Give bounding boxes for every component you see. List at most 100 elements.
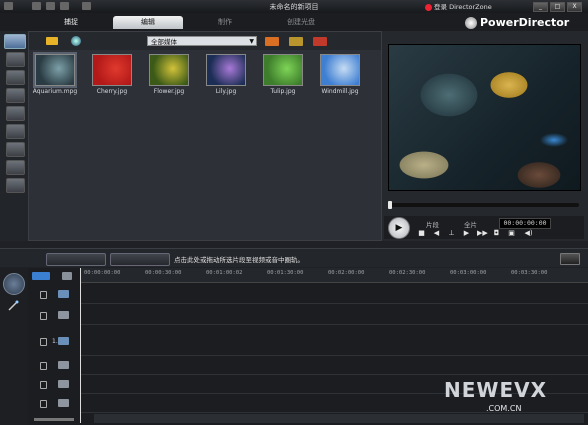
media-room-icon[interactable] <box>4 34 26 49</box>
lock-icon[interactable] <box>40 362 47 370</box>
audio-mixing-room-icon[interactable] <box>6 142 25 157</box>
mode-tabs: 捕捉 编辑 制作 创建光盘 PowerDirector <box>0 13 588 31</box>
login-icon <box>425 3 432 11</box>
tab-capture[interactable]: 捕捉 <box>36 16 106 29</box>
login-link[interactable]: 登录 DirectorZone <box>425 1 492 11</box>
watermark-logo: NEWEVX <box>444 378 548 402</box>
preview-screen <box>388 44 581 191</box>
video-track-1[interactable] <box>80 283 588 304</box>
title-bar: 未命名的新项目 登录 DirectorZone _ □ X <box>0 0 588 13</box>
watermark-domain: .COM.CN <box>486 404 522 413</box>
transition-room-icon[interactable] <box>6 124 25 139</box>
mode-clip[interactable]: 片段 <box>426 219 439 229</box>
volume-icon[interactable]: ◀) <box>524 229 533 237</box>
video-track-1-header <box>28 283 80 303</box>
timecode-display[interactable]: 00:00:00:00 <box>499 218 551 229</box>
storyboard-icon[interactable] <box>265 37 279 46</box>
minimize-button[interactable]: _ <box>533 2 548 12</box>
media-thumbnail-label: Lily.jpg <box>215 88 237 95</box>
timeline-settings-icon[interactable] <box>560 253 580 265</box>
media-thumbnail-label: Aquarium.mpg <box>32 88 78 95</box>
fullscreen-icon[interactable]: ▣ <box>507 229 516 237</box>
window-title: 未命名的新项目 <box>269 3 319 11</box>
timeline-side-tools <box>0 268 28 425</box>
effect-track-header <box>28 304 80 324</box>
chevron-down-icon: ▼ <box>249 38 254 45</box>
media-thumbnail[interactable] <box>149 54 189 86</box>
timeline-toolbar: 点击此处或拖动所选片段至视频或音中圈轨。 <box>0 248 588 267</box>
tab-create-disc[interactable]: 创建光盘 <box>266 16 336 29</box>
title-track[interactable] <box>80 356 588 375</box>
import-folder-icon[interactable] <box>46 37 58 45</box>
media-thumbnail[interactable] <box>263 54 303 86</box>
particle-room-icon[interactable] <box>6 88 25 103</box>
login-label: 登录 DirectorZone <box>434 3 492 11</box>
play-button[interactable]: ▶ <box>388 217 410 239</box>
media-thumbnail-label: Flower.jpg <box>153 88 185 95</box>
tab-produce[interactable]: 制作 <box>190 16 260 29</box>
media-thumbnail-label: Tulip.jpg <box>270 88 296 95</box>
preview-seek-bar[interactable] <box>388 201 579 209</box>
mode-movie[interactable]: 全片 <box>464 219 477 229</box>
lock-icon[interactable] <box>40 291 47 299</box>
track-manager-icon[interactable] <box>62 272 72 280</box>
download-globe-icon[interactable] <box>71 36 81 46</box>
lock-icon[interactable] <box>40 400 47 408</box>
playhead[interactable] <box>80 268 81 423</box>
media-thumbnail-label: Windmill.jpg <box>321 88 359 95</box>
chapter-room-icon[interactable] <box>6 178 25 193</box>
pip-room-icon[interactable] <box>6 70 25 85</box>
track-number: 1. <box>52 338 58 345</box>
magic-tools-icon[interactable] <box>3 273 25 295</box>
seek-knob[interactable] <box>388 201 392 209</box>
effect-track[interactable] <box>80 304 588 325</box>
tab-edit[interactable]: 编辑 <box>113 16 183 29</box>
video-track-mode-icon[interactable] <box>32 272 50 280</box>
library-filter-select[interactable]: 全部媒体 ▼ <box>147 36 257 46</box>
ruler-tick-label: 00:03:30:00 <box>511 270 548 276</box>
media-thumbnail-label: Cherry.jpg <box>96 88 128 95</box>
lock-icon[interactable] <box>40 338 47 346</box>
maximize-button[interactable]: □ <box>550 2 565 12</box>
timeline-zoom-slider[interactable] <box>34 418 74 421</box>
storyboard-view-button[interactable] <box>110 253 170 266</box>
brand-name: PowerDirector <box>480 16 570 29</box>
pip-track-icon <box>58 337 69 345</box>
playback-controls: ▶ 片段 全片 00:00:00:00 ■ ◀ ⊥ ▶ ▶▶ ◘ ▣ ◀) <box>384 216 584 239</box>
ruler-tick-label: 00:02:30:00 <box>389 270 426 276</box>
title-room-icon[interactable] <box>6 106 25 121</box>
brand-logo: PowerDirector <box>465 16 569 29</box>
media-thumbnail[interactable] <box>92 54 132 86</box>
media-thumbnail[interactable] <box>320 54 360 86</box>
magic-wand-icon[interactable] <box>7 300 19 312</box>
effect-room-icon[interactable] <box>6 52 25 67</box>
media-thumbnail[interactable] <box>206 54 246 86</box>
fast-forward-icon[interactable]: ▶▶ <box>477 229 488 237</box>
lock-icon[interactable] <box>40 312 47 320</box>
timeline-horizontal-scrollbar[interactable] <box>94 414 584 423</box>
title-track-header <box>28 356 80 374</box>
powerdirector-logo-icon <box>465 17 477 29</box>
mark-icon[interactable]: ⊥ <box>447 229 456 237</box>
timeline-view-button[interactable] <box>46 253 106 266</box>
lock-icon[interactable] <box>40 381 47 389</box>
music-track-header <box>28 394 80 412</box>
voiceover-room-icon[interactable] <box>6 160 25 175</box>
ruler-tick-label: 00:00:00:00 <box>84 270 121 276</box>
timeline-ruler[interactable]: 00:00:00:00 00:00:30:00 00:01:00:02 00:01:3… <box>80 268 588 283</box>
snapshot-icon[interactable]: ◘ <box>492 229 501 237</box>
close-button[interactable]: X <box>567 2 582 12</box>
video-track-icon <box>58 290 69 298</box>
ruler-tick-label: 00:02:00:00 <box>328 270 365 276</box>
scene-detect-icon[interactable] <box>289 37 303 46</box>
move-to-timeline-icon[interactable] <box>313 37 327 46</box>
media-thumbnail[interactable] <box>33 52 77 88</box>
pip-track-1[interactable] <box>80 325 588 356</box>
ruler-tick-label: 00:03:00:00 <box>450 270 487 276</box>
prev-frame-icon[interactable]: ◀ <box>432 229 441 237</box>
stop-icon[interactable]: ■ <box>417 229 426 237</box>
ruler-tick-label: 00:01:30:00 <box>267 270 304 276</box>
music-track-icon <box>58 399 69 407</box>
voice-track-icon <box>58 380 69 388</box>
next-frame-icon[interactable]: ▶ <box>462 229 471 237</box>
